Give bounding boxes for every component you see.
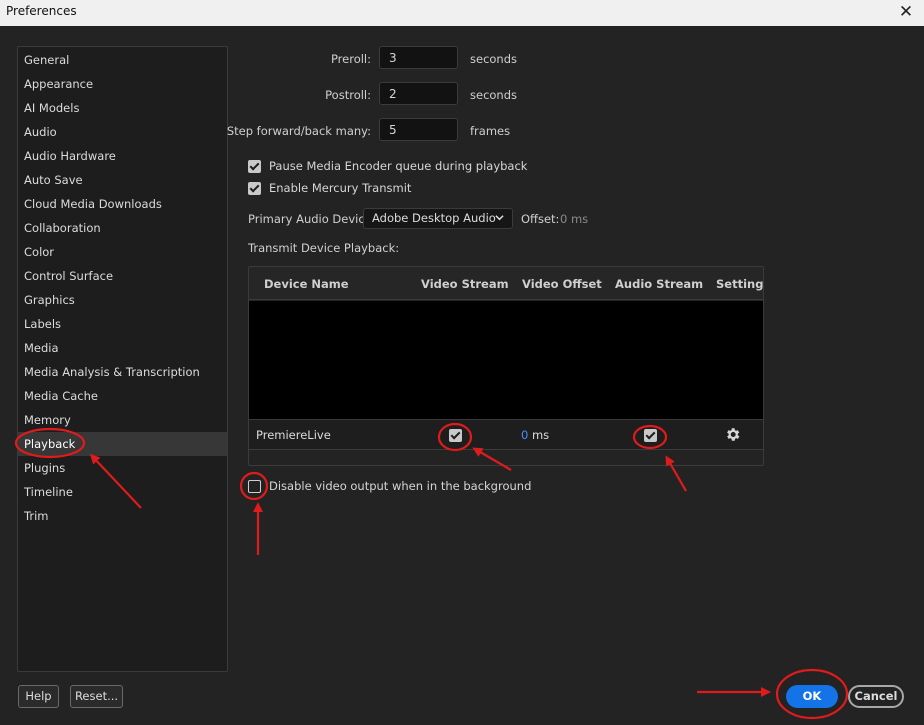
sidebar-item-graphics[interactable]: Graphics	[18, 288, 227, 312]
sidebar-item-playback[interactable]: Playback	[18, 432, 227, 456]
chevron-down-icon	[495, 215, 504, 221]
sidebar-item-trim[interactable]: Trim	[18, 504, 227, 528]
video-offset-value: 0	[521, 428, 529, 442]
table-header: Device Name Video Stream Video Offset Au…	[249, 267, 763, 300]
video-offset-cell[interactable]: 0 ms	[521, 428, 549, 442]
postroll-label: Postroll:	[325, 88, 371, 102]
sidebar-item-appearance[interactable]: Appearance	[18, 72, 227, 96]
transmit-device-table: Device Name Video Stream Video Offset Au…	[248, 266, 764, 466]
disable-background-option[interactable]: Disable video output when in the backgro…	[248, 478, 531, 494]
table-empty-area	[249, 301, 763, 419]
header-device-name: Device Name	[264, 277, 349, 291]
primary-audio-label: Primary Audio Device:	[248, 212, 376, 226]
postroll-unit: seconds	[470, 88, 518, 102]
help-button[interactable]: Help	[18, 685, 59, 708]
pause-encoder-option[interactable]: Pause Media Encoder queue during playbac…	[248, 158, 527, 174]
disable-background-checkbox[interactable]	[248, 479, 261, 493]
sidebar-item-control-surface[interactable]: Control Surface	[18, 264, 227, 288]
offset-value: 0 ms	[560, 212, 589, 226]
header-video-stream: Video Stream	[421, 277, 509, 291]
sidebar-item-timeline[interactable]: Timeline	[18, 480, 227, 504]
sidebar-item-audio-hardware[interactable]: Audio Hardware	[18, 144, 227, 168]
sidebar-item-memory[interactable]: Memory	[18, 408, 227, 432]
cancel-button[interactable]: Cancel	[848, 685, 904, 708]
window-title: Preferences	[6, 4, 77, 18]
disable-background-label: Disable video output when in the backgro…	[269, 479, 532, 493]
primary-audio-value: Adobe Desktop Audio	[372, 211, 496, 225]
transmit-device-label: Transmit Device Playback:	[248, 241, 400, 255]
sidebar-item-media[interactable]: Media	[18, 336, 227, 360]
pause-encoder-label: Pause Media Encoder queue during playbac…	[269, 159, 528, 173]
title-bar: Preferences ✕	[0, 0, 924, 26]
mercury-transmit-option[interactable]: Enable Mercury Transmit	[248, 180, 411, 196]
step-unit: frames	[470, 124, 511, 138]
postroll-input[interactable]	[379, 82, 458, 105]
sidebar-item-media-cache[interactable]: Media Cache	[18, 384, 227, 408]
sidebar-item-media-analysis[interactable]: Media Analysis & Transcription	[18, 360, 227, 384]
sidebar-item-auto-save[interactable]: Auto Save	[18, 168, 227, 192]
offset-label: Offset:	[521, 212, 560, 226]
preroll-input[interactable]	[379, 46, 458, 69]
step-label: Step forward/back many:	[226, 124, 371, 138]
sidebar-item-labels[interactable]: Labels	[18, 312, 227, 336]
gear-icon[interactable]	[724, 426, 741, 443]
sidebar-item-general[interactable]: General	[18, 48, 227, 72]
preroll-label: Preroll:	[330, 52, 371, 66]
sidebar-item-plugins[interactable]: Plugins	[18, 456, 227, 480]
sidebar-item-collaboration[interactable]: Collaboration	[18, 216, 227, 240]
sidebar-item-ai-models[interactable]: AI Models	[18, 96, 227, 120]
header-audio-stream: Audio Stream	[615, 277, 704, 291]
pause-encoder-checkbox[interactable]	[248, 159, 261, 173]
audio-stream-checkbox[interactable]	[644, 429, 657, 442]
step-input[interactable]	[379, 118, 458, 141]
primary-audio-dropdown[interactable]: Adobe Desktop Audio	[363, 208, 513, 229]
device-name-cell: PremiereLive	[256, 428, 331, 442]
preferences-sidebar: General Appearance AI Models Audio Audio…	[17, 46, 228, 672]
header-settings: Settings	[716, 277, 764, 291]
preroll-unit: seconds	[470, 52, 518, 66]
sidebar-item-cloud-media-downloads[interactable]: Cloud Media Downloads	[18, 192, 227, 216]
header-video-offset: Video Offset	[522, 277, 602, 291]
sidebar-item-color[interactable]: Color	[18, 240, 227, 264]
video-stream-checkbox[interactable]	[449, 429, 462, 442]
mercury-transmit-checkbox[interactable]	[248, 181, 261, 195]
sidebar-item-audio[interactable]: Audio	[18, 120, 227, 144]
table-row: PremiereLive 0 ms	[249, 419, 763, 450]
video-offset-unit: ms	[531, 428, 550, 442]
reset-button[interactable]: Reset...	[70, 685, 123, 708]
ok-button[interactable]: OK	[786, 685, 838, 708]
close-icon[interactable]: ✕	[896, 1, 916, 23]
mercury-transmit-label: Enable Mercury Transmit	[269, 181, 412, 195]
